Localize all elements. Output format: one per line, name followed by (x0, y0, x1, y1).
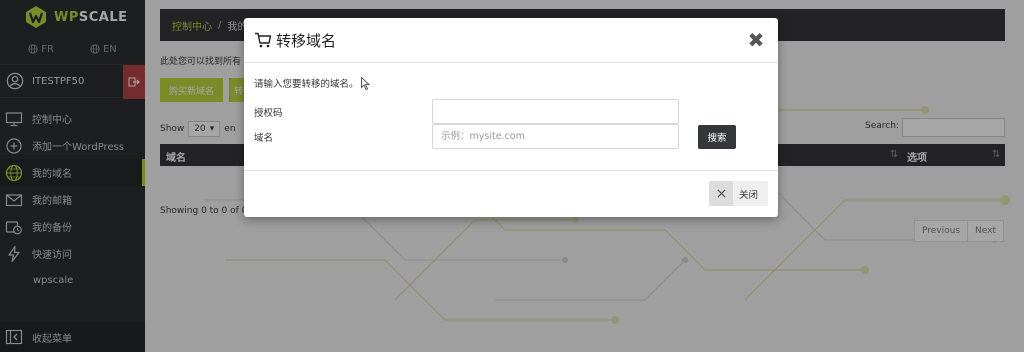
auth-code-input[interactable] (432, 99, 679, 124)
auth-code-label: 授权码 (254, 108, 283, 119)
modal-prompt: 请输入您要转移的域名。 (254, 79, 359, 90)
modal-body: 请输入您要转移的域名。 授权码 域名 搜索 (244, 63, 778, 171)
close-button[interactable]: 关闭 (709, 181, 768, 206)
modal-header: 转移域名 ✖ (244, 18, 778, 63)
shopping-cart-icon (255, 32, 272, 48)
domain-input[interactable] (432, 124, 679, 149)
transfer-domain-modal: 转移域名 ✖ 请输入您要转移的域名。 授权码 域名 搜索 关闭 (244, 18, 778, 217)
close-icon (709, 181, 733, 206)
search-button[interactable]: 搜索 (698, 125, 736, 149)
close-button-label: 关闭 (739, 189, 759, 201)
domain-label: 域名 (254, 133, 274, 144)
modal-title: 转移域名 (276, 31, 337, 50)
mouse-cursor-icon (361, 77, 370, 90)
modal-close-icon[interactable]: ✖ (746, 30, 766, 50)
